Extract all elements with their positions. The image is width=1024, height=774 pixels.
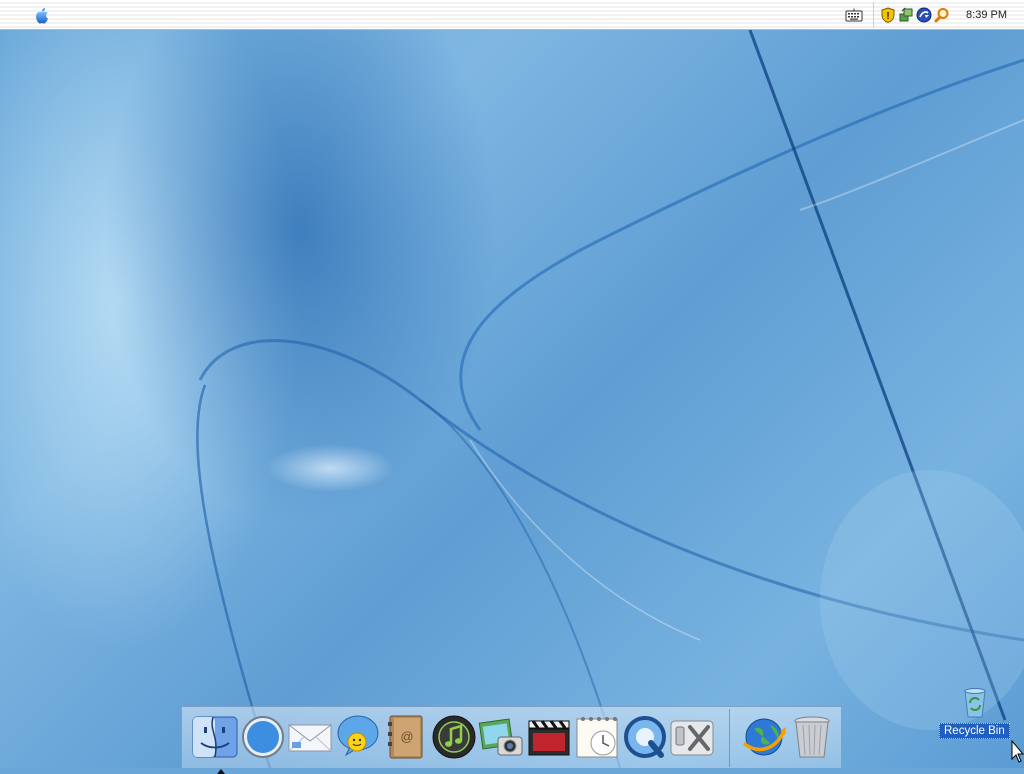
- menu-bar-right: ! 8:39 PM: [845, 0, 1024, 30]
- system-tray: !: [873, 2, 958, 28]
- address-book-icon[interactable]: @: [382, 713, 430, 761]
- menu-bar: ! 8:39 PM: [0, 0, 1024, 30]
- iphoto-icon[interactable]: [478, 713, 526, 761]
- running-indicator: [217, 769, 225, 774]
- svg-text:@: @: [400, 729, 413, 744]
- desktop-icon-recycle-bin[interactable]: Recycle Bin: [938, 685, 1012, 745]
- desktop-wallpaper: [0, 0, 1024, 768]
- quicktime-icon[interactable]: [621, 713, 669, 761]
- system-preferences-icon[interactable]: [668, 713, 716, 761]
- svg-text:!: !: [886, 11, 889, 22]
- imovie-clapper-icon[interactable]: [525, 713, 573, 761]
- ichat-icon[interactable]: [334, 713, 382, 761]
- update-icon[interactable]: [916, 7, 932, 23]
- finder-icon[interactable]: [191, 713, 239, 774]
- apple-logo-icon[interactable]: [32, 6, 52, 26]
- keyboard-icon[interactable]: [845, 8, 863, 22]
- internet-globe-icon[interactable]: [740, 713, 788, 761]
- desktop-icon-label: Recycle Bin: [939, 723, 1010, 739]
- dock: @: [181, 706, 842, 774]
- itunes-icon[interactable]: [430, 713, 478, 761]
- dock-separator: [729, 709, 730, 767]
- network-icon[interactable]: [898, 7, 914, 23]
- security-shield-icon[interactable]: !: [880, 7, 896, 24]
- search-icon[interactable]: [934, 7, 950, 23]
- wallpaper-swirl: [196, 29, 1024, 768]
- trash-icon[interactable]: [788, 713, 836, 761]
- clock[interactable]: 8:39 PM: [958, 9, 1024, 21]
- safari-compass-icon[interactable]: [239, 713, 287, 761]
- recycle-bin-icon: [958, 685, 992, 719]
- mouse-cursor-icon: [1011, 739, 1024, 764]
- ical-calendar-icon[interactable]: [573, 713, 621, 761]
- mail-envelope-icon[interactable]: [286, 713, 334, 761]
